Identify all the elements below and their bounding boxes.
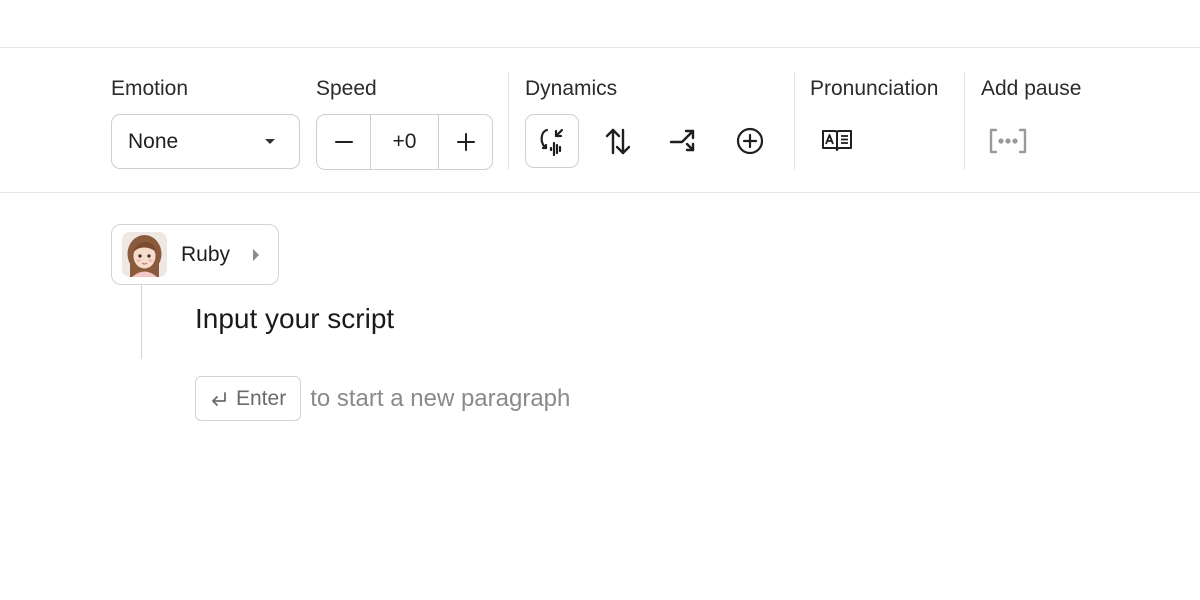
voice-dynamics-icon (540, 128, 564, 157)
toolbar-divider (794, 72, 795, 170)
dynamics-label: Dynamics (525, 77, 618, 100)
pronunciation-button[interactable] (810, 114, 864, 168)
emotion-select[interactable]: None (111, 114, 300, 169)
add-pause-button[interactable] (981, 114, 1035, 168)
speed-stepper: +0 (316, 114, 493, 170)
caret-down-icon (265, 139, 275, 144)
pause-bracket-icon (989, 128, 1027, 154)
speed-increment-button[interactable] (439, 115, 492, 169)
speaker-name: Ruby (181, 243, 231, 266)
pitch-button[interactable] (591, 114, 645, 168)
paragraph-line (141, 285, 142, 359)
speaker-avatar (122, 232, 167, 277)
speed-decrement-button[interactable] (317, 115, 370, 169)
plus-icon (456, 133, 475, 151)
hint-text: to start a new paragraph (310, 384, 571, 412)
voice-toolbar: Emotion None Speed +0 Dynamics Pronuncia… (0, 49, 1200, 193)
speed-value: +0 (370, 115, 439, 169)
enter-key-hint: Enter (195, 376, 302, 421)
add-dynamics-button[interactable] (723, 114, 777, 168)
pronunciation-label: Pronunciation (810, 77, 939, 100)
new-paragraph-hint: Enter to start a new paragraph (195, 376, 570, 421)
script-input[interactable]: Input your script (195, 303, 394, 335)
caret-right-icon (253, 249, 259, 261)
plus-circle-icon (736, 127, 764, 155)
voice-dynamics-button[interactable] (525, 114, 579, 168)
top-strip (0, 0, 1200, 48)
arrow-turn-icon (669, 129, 695, 152)
toolbar-divider (964, 72, 965, 170)
speaker-selector[interactable]: Ruby (111, 224, 279, 285)
enter-key-label: Enter (236, 386, 287, 410)
enter-key-icon (212, 391, 226, 406)
transition-button[interactable] (657, 114, 711, 168)
arrows-up-down-icon (605, 128, 631, 155)
emotion-label: Emotion (111, 77, 189, 100)
book-icon (822, 130, 852, 151)
add-pause-label: Add pause (981, 77, 1082, 100)
emotion-selected-value: None (128, 129, 179, 153)
toolbar-divider (508, 72, 509, 170)
speed-label: Speed (316, 77, 377, 100)
minus-icon (334, 141, 353, 143)
